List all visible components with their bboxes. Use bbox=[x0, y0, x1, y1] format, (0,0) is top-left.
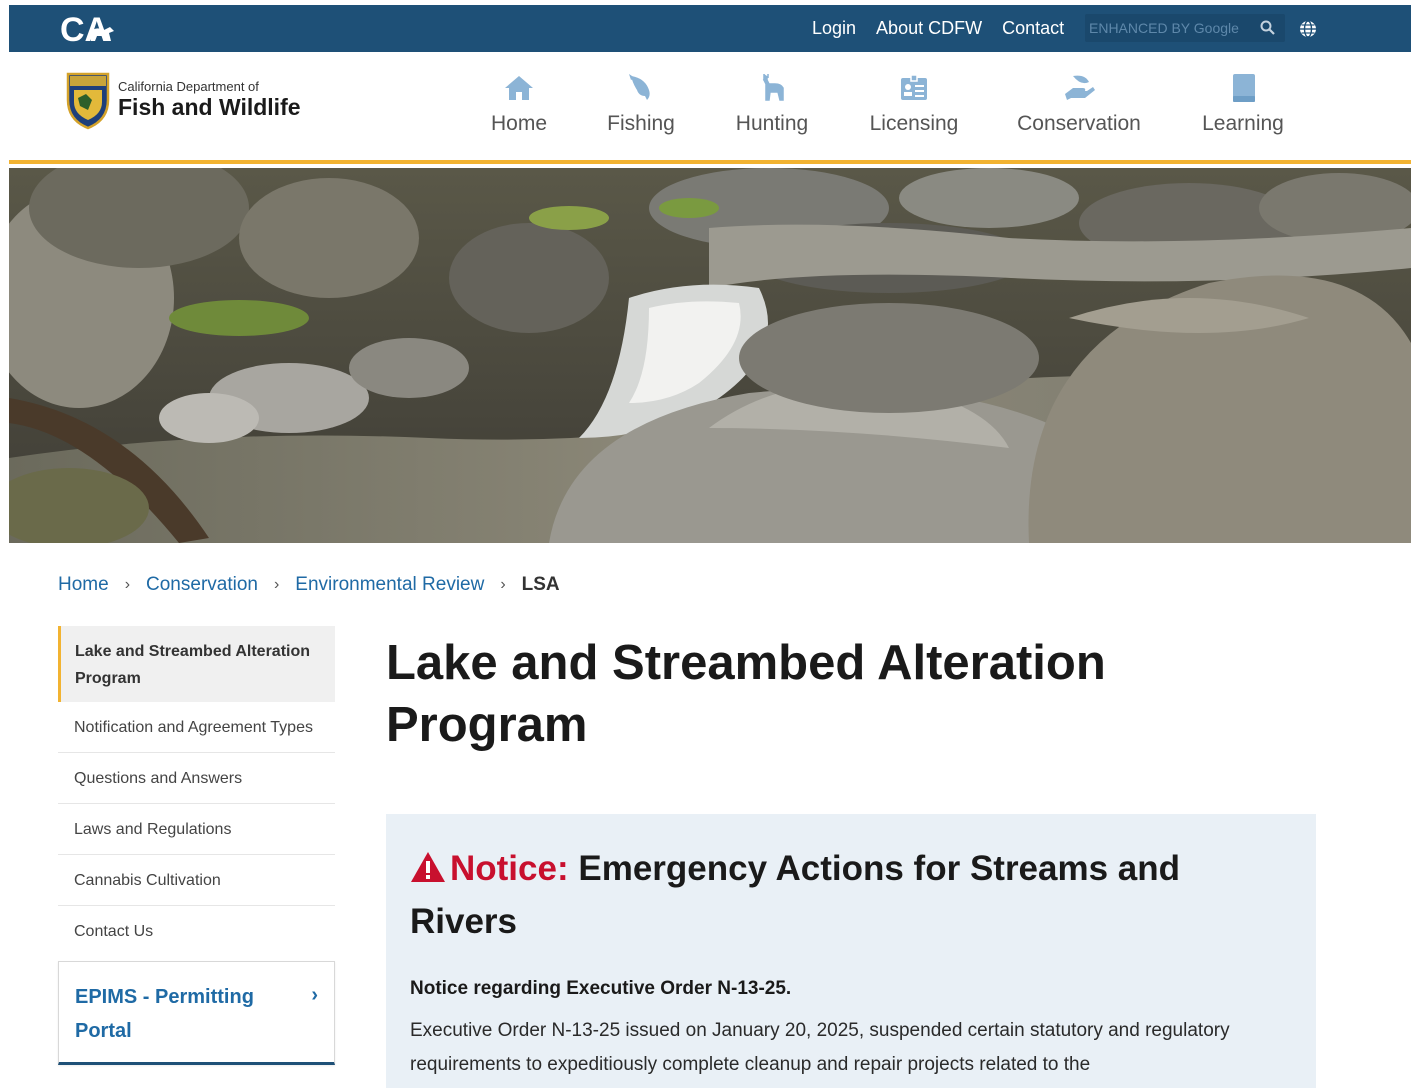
notice-prefix: Notice: bbox=[450, 849, 569, 888]
fish-icon bbox=[629, 74, 650, 100]
notice-subheading: Notice regarding Executive Order N-13-25… bbox=[410, 978, 792, 999]
epims-portal-button[interactable]: EPIMS - Permitting Portal › bbox=[58, 961, 335, 1065]
notice-heading: Notice: Emergency Actions for Streams an… bbox=[410, 842, 1292, 948]
notice-body: Executive Order N-13-25 issued on Januar… bbox=[410, 1020, 1230, 1075]
search-input[interactable] bbox=[1089, 14, 1249, 42]
sidebar-item-lsa-program[interactable]: Lake and Streambed Alteration Program bbox=[58, 626, 335, 702]
search-icon[interactable] bbox=[1259, 19, 1277, 37]
utility-links: Login About CDFW Contact bbox=[812, 5, 1084, 52]
sidebar-item-laws-regulations[interactable]: Laws and Regulations bbox=[58, 804, 335, 855]
deer-icon bbox=[762, 74, 784, 101]
nav-conservation[interactable]: Conservation bbox=[989, 72, 1169, 136]
hero-image bbox=[9, 168, 1411, 543]
brand-text: California Department of Fish and Wildli… bbox=[118, 79, 301, 121]
sidebar-item-cannabis[interactable]: Cannabis Cultivation bbox=[58, 855, 335, 906]
chevron-right-icon: › bbox=[124, 576, 131, 593]
nav-learning[interactable]: Learning bbox=[1169, 72, 1317, 136]
breadcrumb-current: LSA bbox=[521, 574, 560, 595]
brand-department: California Department of bbox=[118, 79, 259, 94]
sidebar-item-notification-types[interactable]: Notification and Agreement Types bbox=[58, 702, 335, 753]
house-icon bbox=[505, 76, 533, 100]
site-header: California Department of Fish and Wildli… bbox=[9, 52, 1411, 164]
stream-photo bbox=[9, 168, 1411, 543]
id-card-icon bbox=[901, 74, 927, 100]
nav-conservation-label: Conservation bbox=[1017, 112, 1141, 135]
sidebar-nav: Lake and Streambed Alteration Program No… bbox=[58, 626, 335, 1065]
chevron-right-icon: › bbox=[311, 984, 318, 1006]
hand-leaf-icon bbox=[1065, 75, 1095, 100]
warning-icon bbox=[411, 852, 445, 882]
nav-home[interactable]: Home bbox=[461, 72, 577, 136]
ca-gov-logo[interactable]: CA bbox=[60, 10, 122, 48]
nav-fishing[interactable]: Fishing bbox=[577, 72, 705, 136]
breadcrumb-conservation[interactable]: Conservation bbox=[146, 574, 258, 596]
utility-bar: CA Login About CDFW Contact bbox=[9, 5, 1411, 52]
nav-home-label: Home bbox=[490, 112, 548, 135]
nav-hunting-label: Hunting bbox=[735, 112, 809, 135]
chevron-right-icon: › bbox=[500, 576, 506, 593]
breadcrumb: Home › Conservation › Environmental Revi… bbox=[58, 574, 560, 596]
book-icon bbox=[1233, 74, 1255, 102]
about-cdfw-link[interactable]: About CDFW bbox=[876, 18, 982, 39]
search-box bbox=[1085, 14, 1285, 42]
chevron-right-icon: › bbox=[273, 576, 280, 593]
nav-learning-label: Learning bbox=[1202, 112, 1284, 135]
sidebar-item-contact[interactable]: Contact Us bbox=[58, 906, 335, 957]
cdfw-logo[interactable]: California Department of Fish and Wildli… bbox=[64, 70, 301, 130]
notice-box: Notice: Emergency Actions for Streams an… bbox=[386, 814, 1316, 1088]
cdfw-shield-icon bbox=[66, 72, 110, 130]
breadcrumb-environmental-review[interactable]: Environmental Review bbox=[295, 574, 484, 596]
nav-licensing-label: Licensing bbox=[869, 112, 959, 135]
brand-name: Fish and Wildlife bbox=[118, 94, 301, 120]
page-title: Lake and Streambed Alteration Program bbox=[386, 636, 1106, 752]
epims-portal-label: EPIMS - Permitting Portal bbox=[75, 986, 254, 1042]
contact-link[interactable]: Contact bbox=[1002, 18, 1064, 39]
login-link[interactable]: Login bbox=[812, 18, 856, 39]
nav-hunting[interactable]: Hunting bbox=[705, 72, 839, 136]
main-nav: Home Fishing Hunting Licensing Conservat… bbox=[461, 72, 1317, 136]
nav-licensing[interactable]: Licensing bbox=[839, 72, 989, 136]
globe-icon[interactable] bbox=[1298, 19, 1318, 39]
breadcrumb-home[interactable]: Home bbox=[58, 574, 109, 596]
nav-fishing-label: Fishing bbox=[607, 112, 675, 135]
sidebar-item-questions-answers[interactable]: Questions and Answers bbox=[58, 753, 335, 804]
